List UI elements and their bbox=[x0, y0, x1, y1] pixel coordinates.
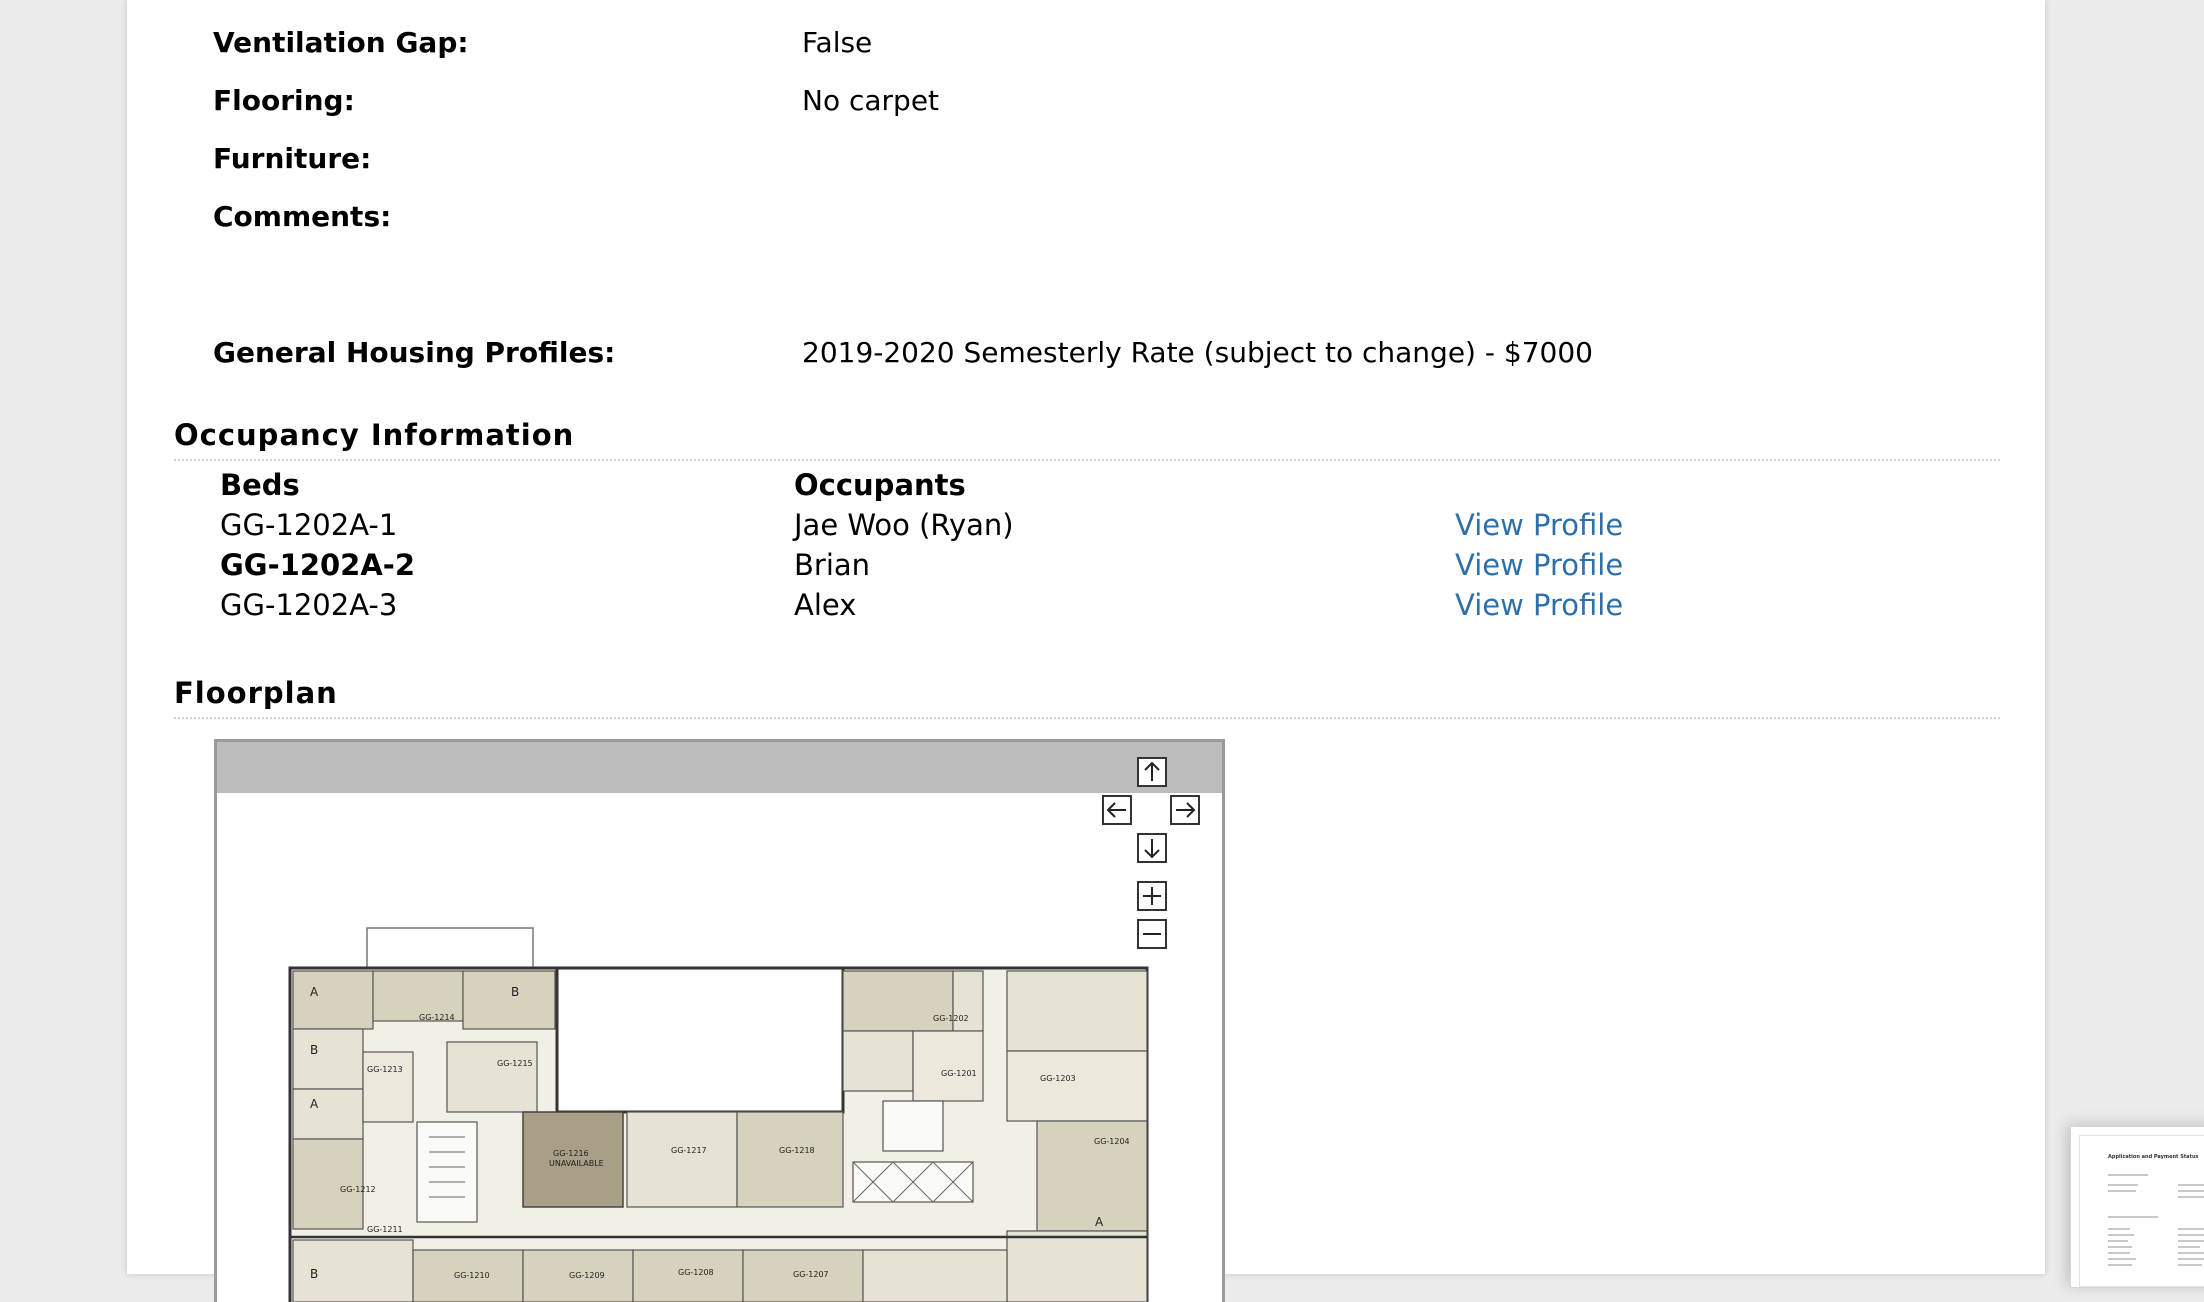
comments-label: Comments: bbox=[213, 200, 392, 233]
arrow-right-icon bbox=[1176, 802, 1196, 818]
room-suite-area bbox=[1036, 1120, 1148, 1232]
room-suite-area bbox=[292, 1028, 364, 1090]
room-label: GG-1212 bbox=[340, 1185, 376, 1194]
room-label: GG-1208 bbox=[678, 1268, 714, 1277]
room-suite-area bbox=[1006, 970, 1148, 1052]
pan-down-button[interactable] bbox=[1137, 833, 1167, 863]
occupancy-divider bbox=[174, 459, 2000, 461]
ventilation-gap-value: False bbox=[802, 26, 873, 59]
general-housing-profiles-label: General Housing Profiles: bbox=[213, 336, 616, 369]
room-label: GG-1213 bbox=[367, 1065, 403, 1074]
screenshot-thumbnail[interactable]: Application and Payment Status bbox=[2070, 1126, 2204, 1288]
room-suite-area bbox=[292, 1088, 364, 1140]
room-label: GG-1202 bbox=[933, 1014, 969, 1023]
room-suite-area bbox=[292, 1138, 364, 1230]
room-label: GG-1204 bbox=[1094, 1137, 1130, 1146]
room-label: GG-1217 bbox=[671, 1146, 707, 1155]
suite-letter: B bbox=[310, 1043, 318, 1057]
occupancy-section-title: Occupancy Information bbox=[174, 418, 575, 452]
view-profile-link[interactable]: View Profile bbox=[1455, 588, 1623, 622]
floorplan-viewer[interactable]: GG-1214 GG-1213 GG-1215 GG-1212 GG-1211 … bbox=[214, 739, 1225, 1302]
occupants-column-header: Occupants bbox=[794, 468, 966, 502]
suite-letter: A bbox=[310, 1097, 319, 1111]
room-suite-area bbox=[912, 1030, 984, 1102]
courtyard bbox=[555, 966, 845, 1114]
room-label: GG-1210 bbox=[454, 1271, 490, 1280]
floorplan-roof-outline bbox=[366, 927, 534, 969]
room-label: GG-1214 bbox=[419, 1013, 455, 1022]
room-suite-area bbox=[626, 1111, 738, 1208]
room-label: GG-1207 bbox=[793, 1270, 829, 1279]
arrow-left-icon bbox=[1106, 802, 1126, 818]
suite-letter: A bbox=[1095, 1215, 1104, 1229]
minus-icon bbox=[1143, 933, 1161, 935]
zoom-out-button[interactable] bbox=[1137, 919, 1167, 949]
thumbnail-title: Application and Payment Status bbox=[2108, 1154, 2199, 1160]
flooring-value: No carpet bbox=[802, 84, 940, 117]
floorplan-map[interactable]: GG-1214 GG-1213 GG-1215 GG-1212 GG-1211 … bbox=[217, 742, 1222, 1302]
occupant-cell: Alex bbox=[794, 588, 857, 622]
room-label: GG-1211 bbox=[367, 1225, 403, 1234]
suite-letter: A bbox=[310, 985, 319, 999]
bed-cell: GG-1202A-1 bbox=[220, 508, 398, 542]
room-suite-area bbox=[462, 970, 556, 1030]
room-label: GG-1201 bbox=[941, 1069, 977, 1078]
floorplan-divider bbox=[174, 717, 2000, 719]
room-label: GG-1209 bbox=[569, 1271, 605, 1280]
ventilation-gap-label: Ventilation Gap: bbox=[213, 26, 469, 59]
room-suite-area bbox=[842, 1030, 914, 1092]
room-suite-area bbox=[862, 1249, 1008, 1302]
arrow-down-icon bbox=[1144, 839, 1160, 859]
room-details-page: Ventilation Gap: False Flooring: No carp… bbox=[127, 0, 2045, 1302]
pan-right-button[interactable] bbox=[1170, 795, 1200, 825]
elevator-area bbox=[882, 1100, 944, 1152]
room-label: GG-1215 bbox=[497, 1059, 533, 1068]
view-profile-link[interactable]: View Profile bbox=[1455, 548, 1623, 582]
room-suite-area bbox=[1006, 1230, 1148, 1302]
thumbnail-preview: Application and Payment Status bbox=[2079, 1135, 2204, 1287]
occupant-cell: Jae Woo (Ryan) bbox=[794, 508, 1014, 542]
beds-column-header: Beds bbox=[220, 468, 300, 502]
floorplan-section-title: Floorplan bbox=[174, 676, 338, 710]
room-suite-area bbox=[736, 1111, 844, 1208]
room-suite-area bbox=[292, 970, 374, 1030]
room-suite-area bbox=[1006, 1050, 1148, 1122]
bed-cell: GG-1202A-3 bbox=[220, 588, 398, 622]
flooring-label: Flooring: bbox=[213, 84, 355, 117]
room-label: GG-1218 bbox=[779, 1146, 815, 1155]
room-status-label: UNAVAILABLE bbox=[549, 1159, 604, 1168]
pan-left-button[interactable] bbox=[1102, 795, 1132, 825]
view-profile-link[interactable]: View Profile bbox=[1455, 508, 1623, 542]
general-housing-profiles-value: 2019-2020 Semesterly Rate (subject to ch… bbox=[802, 336, 1593, 369]
zoom-in-button[interactable] bbox=[1137, 881, 1167, 911]
arrow-up-icon bbox=[1144, 761, 1160, 781]
suite-letter: B bbox=[310, 1267, 318, 1281]
plus-icon bbox=[1143, 887, 1161, 905]
suite-letter: B bbox=[511, 985, 519, 999]
bed-cell-current: GG-1202A-2 bbox=[220, 548, 416, 582]
bathroom-area bbox=[362, 1051, 414, 1123]
pan-up-button[interactable] bbox=[1137, 757, 1167, 787]
furniture-label: Furniture: bbox=[213, 142, 372, 175]
room-label: GG-1216 bbox=[553, 1149, 589, 1158]
room-label: GG-1203 bbox=[1040, 1074, 1076, 1083]
room-suite-area bbox=[446, 1041, 538, 1113]
occupant-cell: Brian bbox=[794, 548, 871, 582]
